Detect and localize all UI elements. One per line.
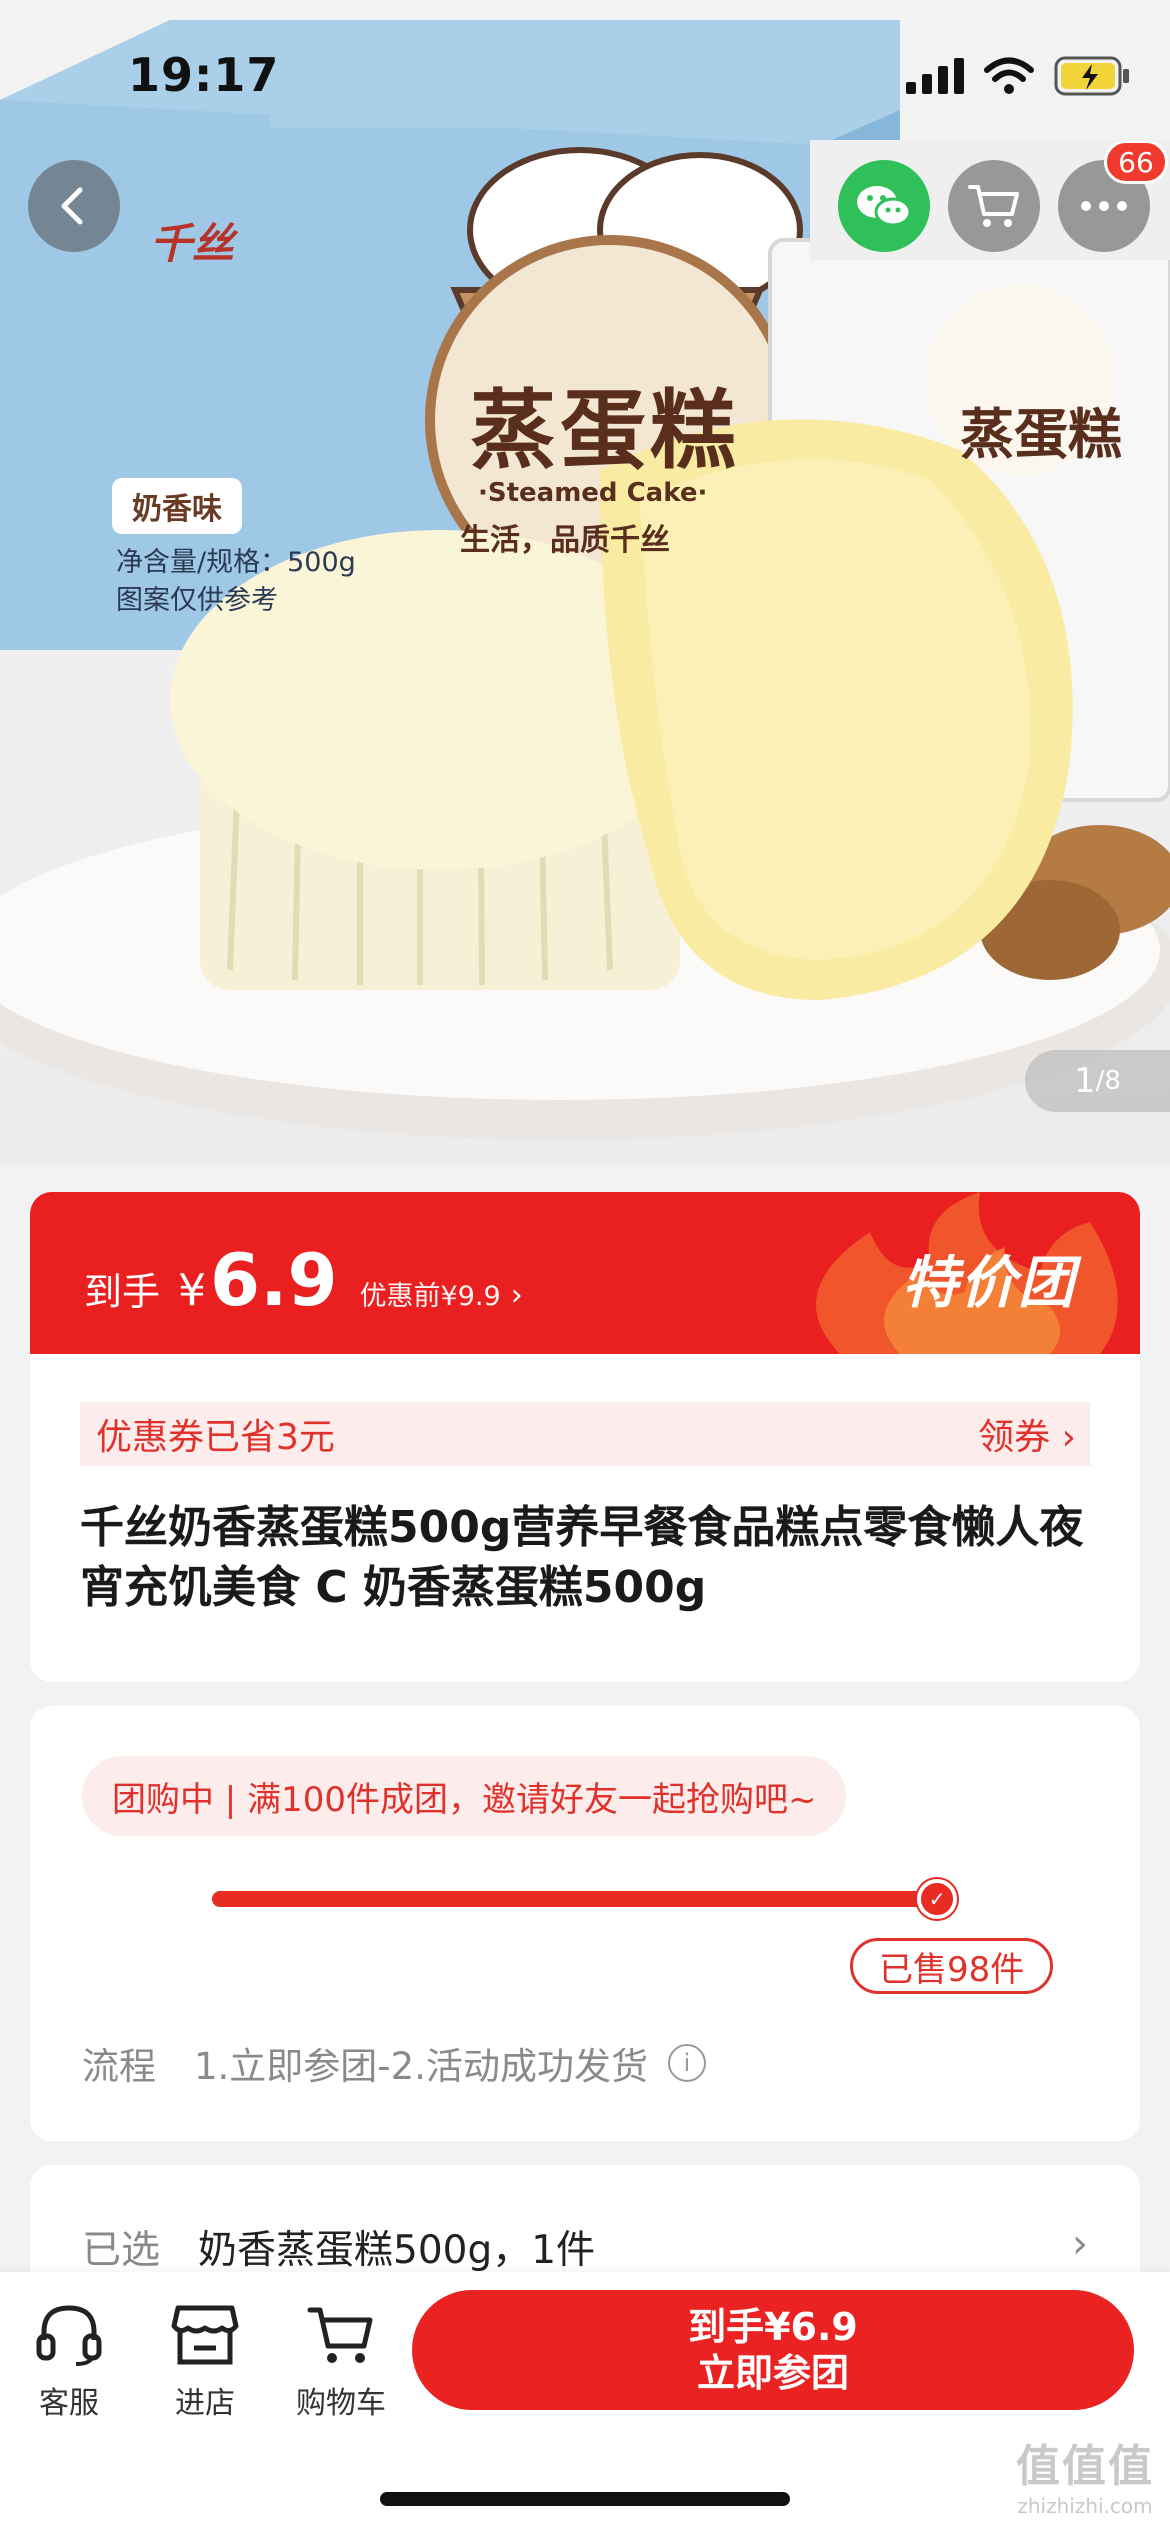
coupon-saved-text: 优惠券已省3元 [96, 1417, 335, 1458]
watermark-url: zhizhizhi.com [1017, 2494, 1153, 2518]
cart-label: 购物车 [296, 2386, 386, 2421]
battery-icon [1054, 56, 1129, 96]
flow-row: 流程 1.立即参团-2.活动成功发货 i [82, 2036, 706, 2090]
chevron-left-icon [61, 187, 83, 225]
info-icon[interactable]: i [667, 2044, 706, 2082]
price-banner[interactable]: 到手 ¥ 6.9 优惠前¥9.9 › 特价团 [30, 1192, 1140, 1354]
status-time: 19:17 [128, 48, 280, 102]
product-image-gallery[interactable]: 千丝 蒸蛋糕 ·Steamed Cake· 生活，品质千丝 奶香味 净含量/规格… [0, 0, 1170, 1165]
store-icon [171, 2305, 239, 2365]
more-dots-icon [1081, 201, 1127, 211]
image-index: 1 [1074, 1061, 1096, 1101]
customer-service-label: 客服 [39, 2386, 99, 2421]
store-label: 进店 [175, 2386, 235, 2421]
box-subtitle-text: ·Steamed Cake· [478, 478, 708, 508]
group-progress-bar: ✓ [212, 1879, 958, 1919]
headset-icon [36, 2305, 102, 2366]
price-line: 到手 ¥ 6.9 优惠前¥9.9 › [84, 1238, 523, 1322]
coupon-strip[interactable]: 优惠券已省3元 领券 › [80, 1402, 1090, 1466]
flavor-tag: 奶香味 [112, 478, 242, 534]
store-tab[interactable]: 进店 [140, 2302, 270, 2422]
chevron-right-icon: › [510, 1278, 523, 1313]
selected-label: 已选 [82, 2228, 161, 2273]
price-value: 6.9 [210, 1238, 338, 1322]
group-buy-card: 团购中 | 满100件成团，邀请好友一起抢购吧~ ✓ 已售98件 流程 1.立即… [30, 1706, 1140, 2141]
sold-count-tag: 已售98件 [850, 1938, 1054, 1994]
cart-count-badge: 66 [1104, 140, 1168, 184]
watermark-logo: 值值值 [1016, 2441, 1154, 2492]
flow-steps: 1.立即参团-2.活动成功发货 [194, 2045, 648, 2088]
price-currency: ¥ [178, 1265, 207, 1316]
group-progress-fill [212, 1891, 938, 1907]
signal-icon [906, 58, 964, 94]
special-deal-logo: 特价团 [902, 1251, 1076, 1316]
selected-row: 已选 奶香蒸蛋糕500g，1件 [82, 2219, 595, 2275]
net-spec-text: 净含量/规格：500g [116, 547, 356, 578]
picture-note-text: 图案仅供参考 [116, 585, 278, 616]
original-price: 优惠前¥9.9 [359, 1281, 501, 1312]
back-button[interactable] [28, 160, 120, 252]
shopping-cart-icon [307, 2307, 373, 2363]
packet-title-text: 蒸蛋糕 [960, 403, 1122, 466]
image-counter: 1 /8 [1025, 1050, 1170, 1112]
product-title: 千丝奶香蒸蛋糕500g营养早餐食品糕点零食懒人夜宵充饥美食 C 奶香蒸蛋糕500… [80, 1502, 1084, 1613]
selected-value: 奶香蒸蛋糕500g，1件 [198, 2228, 596, 2273]
group-status-pill: 团购中 | 满100件成团，邀请好友一起抢购吧~ [82, 1756, 847, 1836]
wechat-share-button[interactable] [838, 160, 930, 252]
buy-button-price: 到手¥6.9 [688, 2305, 858, 2349]
progress-knob-icon: ✓ [917, 1879, 958, 1919]
home-indicator[interactable] [380, 2492, 790, 2506]
cart-top-button[interactable] [948, 160, 1040, 252]
brand-logo-text: 千丝 [150, 219, 235, 268]
price-info-card: 到手 ¥ 6.9 优惠前¥9.9 › 特价团 优惠券已省3元 领券 › 千丝奶香… [30, 1192, 1140, 1682]
box-slogan-text: 生活，品质千丝 [460, 523, 670, 558]
flow-label: 流程 [82, 2045, 156, 2088]
cart-tab[interactable]: 购物车 [276, 2302, 406, 2422]
buy-button-label: 立即参团 [696, 2351, 849, 2395]
price-lead: 到手 [84, 1270, 161, 1314]
site-watermark: 值值值 zhizhizhi.com [1000, 2430, 1170, 2518]
box-title-text: 蒸蛋糕 [470, 381, 740, 481]
shopping-cart-icon [968, 185, 1019, 227]
image-total: /8 [1095, 1066, 1121, 1096]
chevron-right-icon: › [1072, 2221, 1088, 2267]
wechat-icon [857, 186, 912, 227]
join-group-buy-button[interactable]: 到手¥6.9 立即参团 [412, 2290, 1134, 2410]
customer-service-tab[interactable]: 客服 [4, 2302, 134, 2422]
wifi-icon [984, 57, 1034, 94]
status-bar: 19:17 [0, 0, 1170, 150]
claim-coupon-link[interactable]: 领券 › [978, 1408, 1076, 1460]
